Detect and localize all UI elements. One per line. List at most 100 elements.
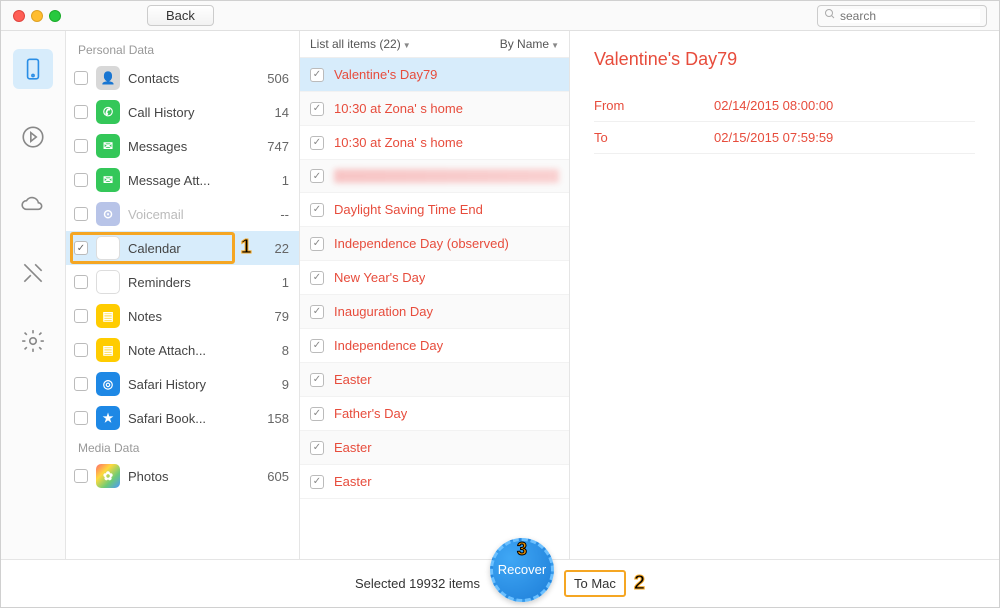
item-text: Easter [334,372,372,387]
list-item[interactable]: ✓ Inauguration Day [300,295,569,329]
detail-key: From [594,98,714,113]
close-icon[interactable] [13,10,25,22]
category-label: Photos [128,469,245,484]
category-checkbox[interactable] [74,173,88,187]
category-icon: ≡ [96,270,120,294]
category-notes[interactable]: ▤ Notes 79 [66,299,299,333]
category-voicemail[interactable]: ⊙Voicemail-- [66,197,299,231]
section-label: Personal Data [66,37,299,61]
category-checkbox[interactable] [74,105,88,119]
category-call-history[interactable]: ✆ Call History 14 [66,95,299,129]
music-tab-icon[interactable] [13,117,53,157]
category-count: 8 [253,343,289,358]
tools-tab-icon[interactable] [13,253,53,293]
item-checkbox[interactable]: ✓ [310,203,324,217]
category-safari-book-[interactable]: ★Safari Book...158 [66,401,299,435]
list-item[interactable]: ✓10:30 at Zona' s home [300,92,569,126]
category-label: Safari History [128,377,245,392]
category-checkbox[interactable] [74,71,88,85]
category-label: Messages [128,139,245,154]
list-item[interactable]: ✓ Easter [300,431,569,465]
settings-tab-icon[interactable] [13,321,53,361]
annotation-badge-3: 3 [517,539,527,560]
category-safari-history[interactable]: ◎Safari History9 [66,367,299,401]
back-button[interactable]: Back [147,5,214,26]
detail-key: To [594,130,714,145]
category-label: Calendar [128,241,245,256]
list-item[interactable]: ✓ Valentine's Day79 [300,58,569,92]
search-input[interactable] [840,9,980,23]
category-checkbox[interactable] [74,377,88,391]
list-filter-dropdown[interactable]: List all items (22)▼ [310,37,500,51]
item-checkbox[interactable]: ✓ [310,102,324,116]
item-checkbox[interactable]: ✓ [310,339,324,353]
item-text: Valentine's Day79 [334,67,437,82]
category-count: 158 [253,411,289,426]
category-checkbox[interactable] [74,207,88,221]
list-item[interactable]: ✓New Year's Day [300,261,569,295]
maximize-icon[interactable] [49,10,61,22]
category-icon: 3 [96,236,120,260]
recover-button[interactable]: 3 Recover [490,538,554,602]
item-text: Independence Day (observed) [334,236,509,251]
cloud-tab-icon[interactable] [13,185,53,225]
list-item[interactable]: ✓ Independence Day (observed) [300,227,569,261]
left-iconbar [1,31,66,559]
search-input-wrap[interactable] [817,5,987,27]
category-calendar[interactable]: ✓3Calendar221 [66,231,299,265]
category-checkbox[interactable] [74,411,88,425]
category-checkbox[interactable] [74,139,88,153]
category-message-att-[interactable]: ✉Message Att...1 [66,163,299,197]
item-list-column: List all items (22)▼ By Name▼ ✓ Valentine… [300,31,570,559]
item-text: 10:30 at Zona' s home [334,135,463,150]
category-reminders[interactable]: ≡Reminders1 [66,265,299,299]
item-checkbox[interactable]: ✓ [310,441,324,455]
item-checkbox[interactable]: ✓ [310,68,324,82]
list-item[interactable]: ✓ [300,160,569,193]
item-text: Inauguration Day [334,304,433,319]
category-checkbox[interactable]: ✓ [74,241,88,255]
item-text: Easter [334,440,372,455]
titlebar: Back [1,1,999,31]
item-checkbox[interactable]: ✓ [310,373,324,387]
minimize-icon[interactable] [31,10,43,22]
item-checkbox[interactable]: ✓ [310,271,324,285]
list-item[interactable]: ✓Easter [300,465,569,499]
category-label: Reminders [128,275,245,290]
list-item[interactable]: ✓ Father's Day [300,397,569,431]
list-item[interactable]: ✓ 10:30 at Zona' s home [300,126,569,160]
item-text: Father's Day [334,406,407,421]
category-count: 14 [253,105,289,120]
category-label: Notes [128,309,245,324]
list-sort-dropdown[interactable]: By Name▼ [500,37,559,51]
list-item[interactable]: ✓Daylight Saving Time End [300,193,569,227]
detail-value: 02/14/2015 08:00:00 [714,98,833,113]
item-checkbox[interactable]: ✓ [310,305,324,319]
category-checkbox[interactable] [74,469,88,483]
category-label: Call History [128,105,245,120]
category-sidebar: Personal Data👤Contacts506 ✆ Call History 14… [66,31,300,559]
category-photos[interactable]: ✿Photos605 [66,459,299,493]
category-count: 79 [253,309,289,324]
list-item[interactable]: ✓Independence Day [300,329,569,363]
list-item[interactable]: ✓ Easter [300,363,569,397]
category-icon: ✆ [96,100,120,124]
category-icon: ▤ [96,304,120,328]
item-checkbox[interactable]: ✓ [310,407,324,421]
device-tab-icon[interactable] [13,49,53,89]
item-checkbox[interactable]: ✓ [310,169,324,183]
annotation-badge-1: 1 [235,235,257,259]
category-messages[interactable]: ✉Messages747 [66,129,299,163]
category-note-attach-[interactable]: ▤Note Attach...8 [66,333,299,367]
to-mac-dropdown[interactable]: To Mac [564,570,626,597]
category-icon: ✉ [96,134,120,158]
item-checkbox[interactable]: ✓ [310,136,324,150]
category-checkbox[interactable] [74,343,88,357]
category-label: Message Att... [128,173,245,188]
category-checkbox[interactable] [74,275,88,289]
category-label: Note Attach... [128,343,245,358]
category-checkbox[interactable] [74,309,88,323]
item-checkbox[interactable]: ✓ [310,475,324,489]
item-checkbox[interactable]: ✓ [310,237,324,251]
category-contacts[interactable]: 👤Contacts506 [66,61,299,95]
